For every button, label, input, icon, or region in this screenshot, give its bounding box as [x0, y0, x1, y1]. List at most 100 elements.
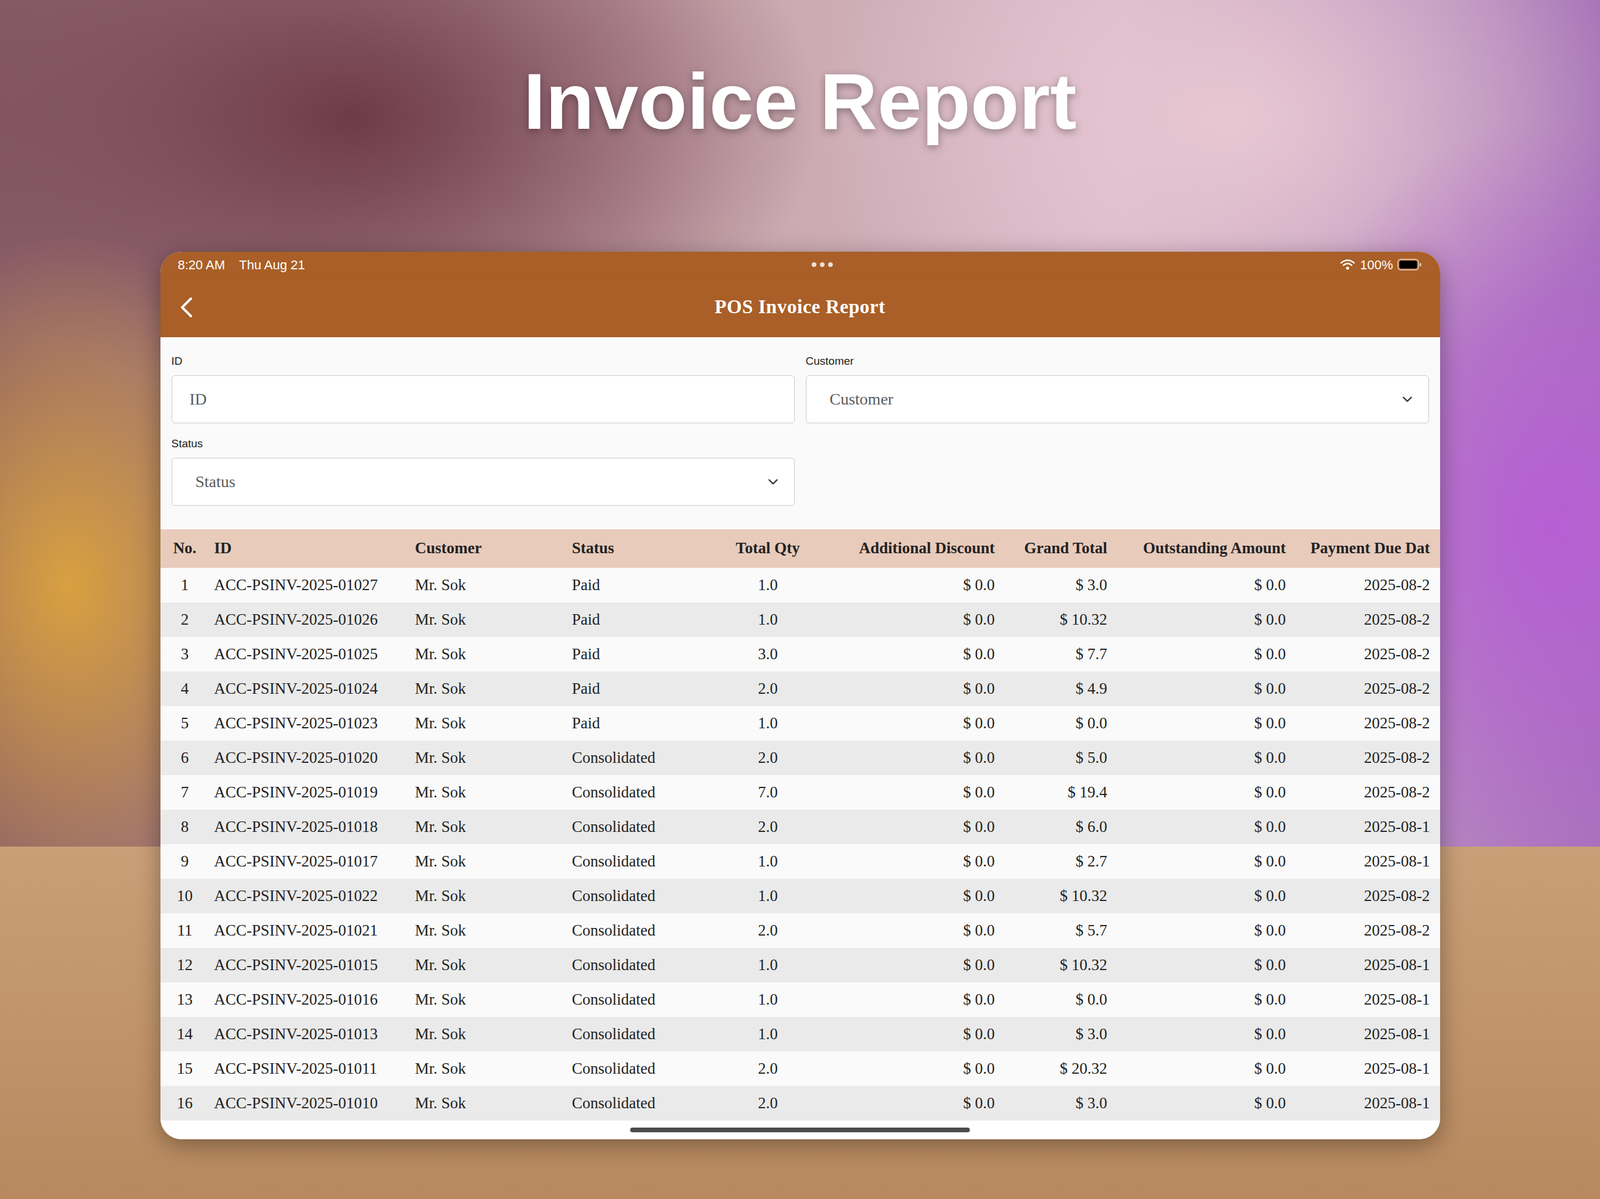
table-cell: $ 2.7: [1004, 844, 1118, 880]
tablet-screen: 8:20 AMThu Aug 21100% POS Invoice Report I…: [160, 251, 1441, 1140]
table-cell: 2025-08-2: [1296, 740, 1441, 776]
table-row[interactable]: 9ACC-PSINV-2025-01017Mr. SokConsolidated…: [160, 844, 1441, 880]
table-row[interactable]: 5ACC-PSINV-2025-01023Mr. SokPaid1.0$ 0.0…: [160, 706, 1441, 741]
table-cell: Consolidated: [567, 1017, 720, 1052]
back-chevron-icon: [179, 296, 194, 319]
table-cell: $ 0.0: [1117, 671, 1297, 707]
table-cell: 10: [160, 879, 210, 914]
table-row[interactable]: 2ACC-PSINV-2025-01026Mr. SokPaid1.0$ 0.0…: [160, 602, 1441, 638]
table-cell: Consolidated: [567, 844, 720, 880]
filter-label: Customer: [805, 354, 1429, 369]
column-header[interactable]: Payment Due Dat: [1296, 529, 1441, 569]
table-cell: Mr. Sok: [410, 948, 568, 983]
column-header[interactable]: No.: [160, 529, 210, 569]
table-cell: ACC-PSINV-2025-01024: [209, 671, 411, 707]
table-cell: ACC-PSINV-2025-01013: [209, 1017, 411, 1052]
table-cell: Mr. Sok: [410, 740, 568, 776]
filter-select-text: Status: [195, 469, 236, 495]
filter-select-text: Customer: [829, 387, 894, 412]
table-cell: 13: [160, 982, 210, 1018]
table-cell: 2025-08-1: [1296, 1017, 1441, 1052]
status-bar: 8:20 AMThu Aug 21100%: [160, 251, 1441, 278]
nav-title: POS Invoice Report: [714, 296, 885, 318]
column-header[interactable]: Customer: [410, 529, 568, 569]
table-row[interactable]: 8ACC-PSINV-2025-01018Mr. SokConsolidated…: [160, 809, 1441, 845]
table-row[interactable]: 6ACC-PSINV-2025-01020Mr. SokConsolidated…: [160, 740, 1441, 776]
column-header[interactable]: Total Qty: [719, 529, 817, 569]
table-cell: $ 4.9: [1004, 671, 1118, 707]
table-cell: 2.0: [719, 671, 817, 707]
table-row[interactable]: 15ACC-PSINV-2025-01011Mr. SokConsolidate…: [160, 1051, 1441, 1087]
column-header[interactable]: Outstanding Amount: [1117, 529, 1297, 569]
table-cell: $ 0.0: [816, 1086, 1005, 1121]
battery-icon: [1397, 258, 1422, 271]
table-cell: Consolidated: [567, 775, 720, 810]
table-row[interactable]: 7ACC-PSINV-2025-01019Mr. SokConsolidated…: [160, 775, 1441, 810]
table-row[interactable]: 12ACC-PSINV-2025-01015Mr. SokConsolidate…: [160, 948, 1441, 983]
table-cell: Paid: [567, 602, 720, 638]
filter-select[interactable]: Status: [171, 457, 795, 507]
table-cell: Mr. Sok: [410, 1017, 568, 1052]
filter-group: Customer Customer: [805, 354, 1429, 424]
table-cell: $ 0.0: [1117, 844, 1297, 880]
table-cell: $ 0.0: [816, 844, 1005, 880]
table-row[interactable]: 4ACC-PSINV-2025-01024Mr. SokPaid2.0$ 0.0…: [160, 671, 1441, 707]
table-cell: Mr. Sok: [410, 844, 568, 880]
table-cell: ACC-PSINV-2025-01021: [209, 913, 411, 949]
multitask-icon[interactable]: [811, 262, 833, 268]
table-cell: 2.0: [719, 1051, 817, 1087]
column-header[interactable]: Grand Total: [1004, 529, 1118, 569]
table-cell: 1.0: [719, 568, 817, 603]
filter-input[interactable]: [171, 375, 795, 424]
table-cell: 2.0: [719, 913, 817, 949]
table-row[interactable]: 1ACC-PSINV-2025-01027Mr. SokPaid1.0$ 0.0…: [160, 568, 1441, 603]
table-cell: 2025-08-2: [1296, 568, 1441, 603]
table-cell: 7: [160, 775, 210, 810]
table-body: 1ACC-PSINV-2025-01027Mr. SokPaid1.0$ 0.0…: [160, 568, 1441, 1121]
table-cell: 11: [160, 913, 210, 949]
battery-text: 100%: [1359, 255, 1393, 275]
table-cell: 5: [160, 706, 210, 741]
filter-group: ID: [171, 354, 795, 424]
table-cell: 3: [160, 637, 210, 672]
table-row[interactable]: 3ACC-PSINV-2025-01025Mr. SokPaid3.0$ 0.0…: [160, 637, 1441, 672]
table-cell: $ 0.0: [816, 706, 1005, 741]
table-cell: 2.0: [719, 809, 817, 845]
table-cell: Consolidated: [567, 948, 720, 983]
table-cell: Mr. Sok: [410, 671, 568, 707]
header-row: No.IDCustomerStatusTotal QtyAdditional D…: [160, 529, 1441, 569]
table-cell: 1.0: [719, 706, 817, 741]
table-cell: 2025-08-2: [1296, 879, 1441, 914]
table-cell: $ 0.0: [816, 1051, 1005, 1087]
table-cell: 2025-08-1: [1296, 1051, 1441, 1087]
table-cell: 2025-08-2: [1296, 775, 1441, 810]
filter-select[interactable]: Customer: [805, 375, 1429, 424]
table-cell: $ 0.0: [816, 637, 1005, 672]
table-cell: $ 0.0: [816, 602, 1005, 638]
table-cell: ACC-PSINV-2025-01016: [209, 982, 411, 1018]
back-button[interactable]: [175, 292, 197, 323]
table-cell: $ 0.0: [816, 879, 1005, 914]
table-cell: 1.0: [719, 602, 817, 638]
column-header[interactable]: ID: [209, 529, 411, 569]
table-cell: ACC-PSINV-2025-01015: [209, 948, 411, 983]
table-cell: Consolidated: [567, 1051, 720, 1087]
table-row[interactable]: 13ACC-PSINV-2025-01016Mr. SokConsolidate…: [160, 982, 1441, 1018]
table-cell: 14: [160, 1017, 210, 1052]
table-cell: $ 0.0: [1117, 1086, 1297, 1121]
table-area: No.IDCustomerStatusTotal QtyAdditional D…: [160, 529, 1441, 1140]
table-row[interactable]: 16ACC-PSINV-2025-01010Mr. SokConsolidate…: [160, 1086, 1441, 1121]
table-row[interactable]: 11ACC-PSINV-2025-01021Mr. SokConsolidate…: [160, 913, 1441, 949]
table-row[interactable]: 14ACC-PSINV-2025-01013Mr. SokConsolidate…: [160, 1017, 1441, 1052]
column-header[interactable]: Additional Discount: [816, 529, 1005, 569]
table-cell: $ 0.0: [816, 809, 1005, 845]
table-cell: 2025-08-2: [1296, 637, 1441, 672]
table-cell: 16: [160, 1086, 210, 1121]
filter-group: StatusStatus: [171, 437, 795, 507]
column-header[interactable]: Status: [567, 529, 720, 569]
home-indicator[interactable]: [630, 1127, 970, 1133]
filter-panel: ID Customer Customer StatusStatus: [160, 337, 1441, 530]
table-row[interactable]: 10ACC-PSINV-2025-01022Mr. SokConsolidate…: [160, 879, 1441, 914]
nav-left: [160, 292, 231, 323]
status-right: 100%: [1339, 255, 1422, 275]
